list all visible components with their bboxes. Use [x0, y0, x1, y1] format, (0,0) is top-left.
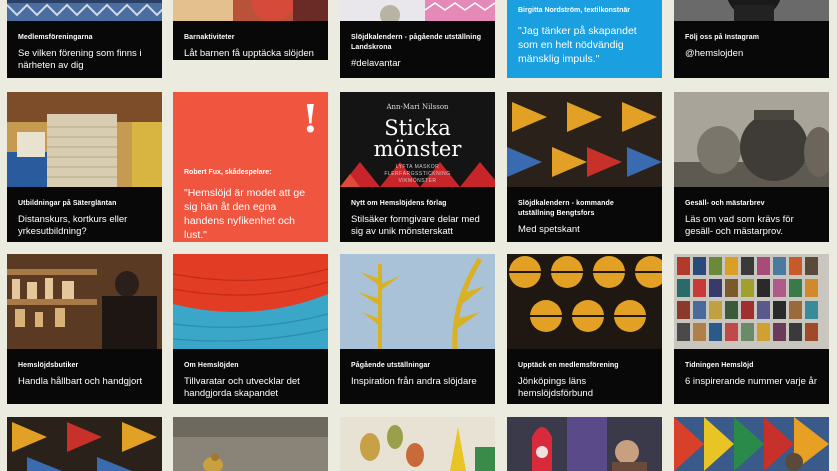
quote-block: Robert Fux, skådespelare: "Hemslöjd är m… — [173, 92, 328, 242]
card-title[interactable]: Jönköpings läns hemslöjdsförbund — [518, 376, 651, 400]
card-caption: Slöjdkalendern - kommande utställning Be… — [507, 187, 662, 242]
card-jonkopings-lans[interactable]: Upptäck en medlemsförening Jönköpings lä… — [507, 254, 662, 404]
card-title[interactable]: Distanskurs, kortkurs eller yrkesutbildn… — [18, 214, 151, 238]
card-caption: Medlemsföreningarna Se vilken förening s… — [7, 21, 162, 78]
print-artwork-image — [340, 254, 495, 349]
card-category: Nytt om Hemslöjdens förlag — [351, 200, 447, 207]
card-forlag[interactable]: Ann-Mari Nilsson Sticka mönster LYFTA MA… — [340, 92, 495, 242]
card-caption: Nytt om Hemslöjdens förlag Stilsäker for… — [340, 187, 495, 242]
card-title[interactable]: Låt barnen få upptäcka slöjden — [184, 48, 317, 60]
book-author: Ann-Mari Nilsson — [386, 103, 449, 111]
shop-interior-image — [7, 254, 162, 349]
yarn-spools-image — [7, 92, 162, 187]
card-med-spetskant[interactable]: Slöjdkalendern - kommande utställning Be… — [507, 92, 662, 242]
card-gesall-mastarbrev[interactable]: Gesäll- och mästarbrev Läs om vad som kr… — [674, 92, 829, 242]
card-caption: Upptäck en medlemsförening Jönköpings lä… — [507, 349, 662, 404]
card-title[interactable]: Inspiration från andra slöjdare — [351, 376, 484, 388]
card-quote-birgitta[interactable]: Birgitta Nordström, textilkonstnär "Jag … — [507, 0, 662, 78]
card-category: Tidningen Hemslöjd — [685, 362, 754, 369]
card-image — [340, 0, 495, 21]
card-delavantar[interactable]: Slöjdkalendern - pågående utställning La… — [340, 0, 495, 78]
card-image — [340, 254, 495, 349]
textile-pattern-image — [7, 0, 162, 21]
lace-pattern-image — [507, 92, 662, 187]
card-title[interactable]: #delavantar — [351, 58, 484, 70]
card-image — [7, 417, 162, 471]
card-image — [507, 417, 662, 471]
card-category: Om Hemslöjden — [184, 362, 239, 369]
card-category: Pågående utställningar — [351, 362, 431, 369]
card-category: Gesäll- och mästarbrev — [685, 200, 765, 207]
card-row4-3[interactable] — [340, 417, 495, 471]
circle-pattern-image — [507, 254, 662, 349]
card-image — [507, 92, 662, 187]
card-image — [340, 417, 495, 471]
card-category: Barnaktiviteter — [184, 34, 235, 41]
card-utbildningar[interactable]: Utbildningar på Sätergläntan Distanskurs… — [7, 92, 162, 242]
card-category: Slöjdkalendern - kommande utställning Be… — [518, 200, 614, 217]
card-title[interactable]: Stilsäker formgivare delar med sig av un… — [351, 214, 484, 238]
card-category: Medlemsföreningarna — [18, 34, 93, 41]
card-caption: Hemslöjdsbutiker Handla hållbart och han… — [7, 349, 162, 404]
card-om-hemslojden[interactable]: Om Hemslöjden Tillvaratar och utvecklar … — [173, 254, 328, 404]
card-quote-robert-fux[interactable]: ! Robert Fux, skådespelare: "Hemslöjd är… — [173, 92, 328, 242]
card-pagaende-utstallningar[interactable]: Pågående utställningar Inspiration från … — [340, 254, 495, 404]
card-caption: Slöjdkalendern - pågående utställning La… — [340, 21, 495, 78]
card-medlemsforeningarna[interactable]: Medlemsföreningarna Se vilken förening s… — [7, 0, 162, 78]
book-title: Sticka mönster — [373, 116, 462, 161]
card-instagram[interactable]: Följ oss på Instagram @hemslojden — [674, 0, 829, 78]
card-tidningen-hemslojd[interactable]: Tidningen Hemslöjd 6 inspirerande nummer… — [674, 254, 829, 404]
card-caption: Följ oss på Instagram @hemslojden — [674, 21, 829, 78]
card-image — [507, 254, 662, 349]
card-title[interactable]: Med spetskant — [518, 224, 651, 236]
card-caption: Utbildningar på Sätergläntan Distanskurs… — [7, 187, 162, 242]
card-image — [7, 0, 162, 21]
card-image — [173, 417, 328, 471]
knitting-image — [173, 254, 328, 349]
card-category: Hemslöjdsbutiker — [18, 362, 79, 369]
card-title[interactable]: Tillvaratar och utvecklar det handgjorda… — [184, 376, 317, 400]
card-image — [674, 254, 829, 349]
card-title[interactable]: Handla hållbart och handgjort — [18, 376, 151, 388]
card-category: Följ oss på Instagram — [685, 34, 760, 41]
card-title[interactable]: Se vilken förening som finns i närheten … — [18, 48, 151, 72]
card-image — [674, 92, 829, 187]
card-image — [674, 0, 829, 21]
card-row4-2[interactable] — [173, 417, 328, 471]
card-row4-5[interactable] — [674, 417, 829, 471]
card-category: Utbildningar på Sätergläntan — [18, 200, 117, 207]
card-caption: Gesäll- och mästarbrev Läs om vad som kr… — [674, 187, 829, 242]
card-caption: Tidningen Hemslöjd 6 inspirerande nummer… — [674, 349, 829, 404]
card-image — [7, 254, 162, 349]
card-image — [7, 92, 162, 187]
card-image — [173, 0, 328, 21]
quote-author: Robert Fux, skådespelare: — [184, 169, 272, 176]
card-barnaktiviteter[interactable]: Barnaktiviteter Låt barnen få upptäcka s… — [173, 0, 328, 60]
card-hemslojdsbutiker[interactable]: Hemslöjdsbutiker Handla hållbart och han… — [7, 254, 162, 404]
card-row4-4[interactable] — [507, 417, 662, 471]
quote-block: Birgitta Nordström, textilkonstnär "Jag … — [507, 0, 662, 78]
quote-author: Birgitta Nordström, textilkonstnär — [518, 7, 631, 14]
magazine-covers-image — [674, 254, 829, 349]
quote-text[interactable]: "Hemslöjd är modet att ge sig hän åt den… — [184, 186, 317, 242]
book-subtitle: LYFTA MASKOR FLERFÄRGSSTICKNING VIKMÖNST… — [384, 164, 451, 184]
card-title[interactable]: Läs om vad som krävs för gesäll- och mäs… — [685, 214, 818, 238]
card-caption: Pågående utställningar Inspiration från … — [340, 349, 495, 404]
book-cover-image: Ann-Mari Nilsson Sticka mönster LYFTA MA… — [340, 92, 495, 187]
card-caption: Om Hemslöjden Tillvaratar och utvecklar … — [173, 349, 328, 404]
ceramic-pots-image — [674, 92, 829, 187]
card-category: Slöjdkalendern - pågående utställning La… — [351, 34, 482, 51]
card-image — [173, 254, 328, 349]
card-caption: Barnaktiviteter Låt barnen få upptäcka s… — [173, 21, 328, 60]
card-image — [674, 417, 829, 471]
card-title[interactable]: @hemslojden — [685, 48, 818, 60]
card-row4-1[interactable] — [7, 417, 162, 471]
card-category: Upptäck en medlemsförening — [518, 362, 619, 369]
card-title[interactable]: 6 inspirerande nummer varje år — [685, 376, 818, 388]
quote-text[interactable]: "Jag tänker på skapandet som en helt nöd… — [518, 24, 651, 66]
